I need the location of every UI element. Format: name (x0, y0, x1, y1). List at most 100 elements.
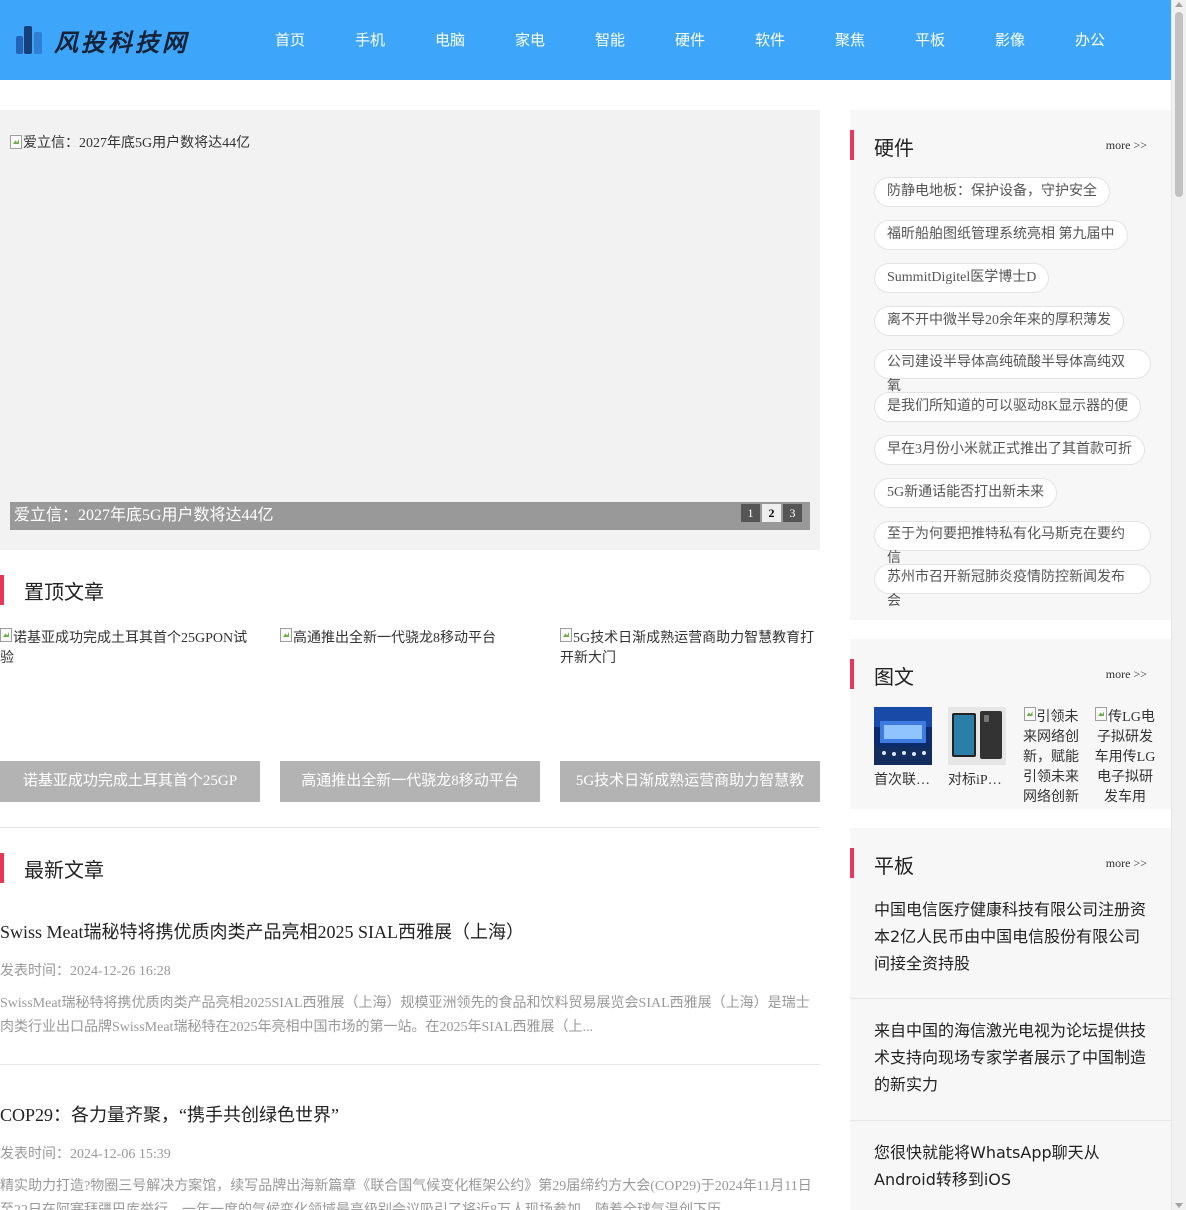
article-item: Swiss Meat瑞秘特将携优质肉类产品亮相2025 SIAL西雅展（上海） … (0, 918, 820, 1040)
broken-image-icon (0, 628, 12, 642)
page-scrollbar[interactable] (1171, 0, 1186, 1210)
article-time: 发表时间：2024-12-26 16:28 (0, 960, 820, 980)
latest-articles-title: 最新文章 (24, 857, 104, 882)
picture-item[interactable]: 首次联合举办 (874, 707, 936, 791)
picture-image-alt[interactable]: 引领未来网络创新，赋能引领未来网络创新 (1020, 707, 1082, 808)
slider-image[interactable]: 爱立信：2027年底5G用户数将达44亿 (10, 132, 250, 152)
sidebar-pictures: 图文 more >> 首次联合举办 对标 (850, 639, 1171, 809)
hardware-tag[interactable]: 公司建设半导体高纯硫酸半导体高纯双氧 (874, 349, 1151, 394)
nav-item-software[interactable]: 软件 (730, 0, 810, 80)
tablet-article-link[interactable]: 来自中国的海信激光电视为论坛提供技术支持向现场专家学者展示了中国制造的新实力 (874, 1017, 1148, 1098)
site-header: 风投科技网 首页 手机 电脑 家电 智能 硬件 软件 聚焦 平板 影像 办公 (0, 0, 1171, 80)
slider-image-alt: 爱立信：2027年底5G用户数将达44亿 (23, 136, 251, 151)
tablet-article-link[interactable]: 中国电信医疗健康科技有限公司注册资本2亿人民币由中国电信股份有限公司间接全资持股 (874, 896, 1148, 977)
main-nav: 首页 手机 电脑 家电 智能 硬件 软件 聚焦 平板 影像 办公 (250, 0, 1130, 80)
nav-item-tablet[interactable]: 平板 (890, 0, 970, 80)
picture-thumbnail[interactable] (874, 707, 932, 765)
section-accent-bar (0, 575, 4, 605)
more-link[interactable]: more >> (1106, 856, 1147, 871)
top-article-card[interactable]: 5G技术日渐成熟运营商助力智慧教育打开新大门 5G技术日渐成熟运营商助力智慧教 (560, 628, 820, 802)
hardware-tag[interactable]: 福昕船舶图纸管理系统亮相 第九届中 (874, 220, 1128, 250)
picture-item[interactable]: 引领未来网络创新，赋能引领未来网络创新 (1020, 707, 1082, 808)
top-article-image[interactable]: 高通推出全新一代骁龙8移动平台 (280, 628, 540, 649)
hardware-tag[interactable]: SummitDigitel医学博士D (874, 263, 1050, 293)
picture-alt-text: 传LG电子拟研发车用传LG电子拟研发车用 (1094, 710, 1156, 805)
time-label: 发表时间： (0, 1147, 70, 1162)
tablet-article-link[interactable]: 您很快就能将WhatsApp聊天从Android转移到iOS (874, 1139, 1148, 1193)
section-accent-bar (850, 659, 854, 689)
sidebar-title: 硬件 (874, 136, 914, 160)
logo-icon (16, 26, 42, 54)
nav-item-hardware[interactable]: 硬件 (650, 0, 730, 80)
picture-thumbnail[interactable] (948, 707, 1006, 765)
slider-page-1[interactable]: 1 (741, 504, 760, 522)
top-article-caption[interactable]: 高通推出全新一代骁龙8移动平台 (280, 761, 540, 802)
nav-item-focus[interactable]: 聚焦 (810, 0, 890, 80)
picture-item[interactable]: 传LG电子拟研发车用传LG电子拟研发车用 (1094, 707, 1156, 808)
sidebar-title: 图文 (874, 665, 914, 689)
broken-image-icon (10, 135, 22, 149)
nav-item-imaging[interactable]: 影像 (970, 0, 1050, 80)
scroll-up-icon[interactable] (1175, 2, 1183, 7)
broken-image-icon (280, 628, 292, 642)
hardware-tag[interactable]: 早在3月份小米就正式推出了其首款可折 (874, 435, 1145, 465)
time-value: 2024-12-26 16:28 (70, 964, 171, 979)
slider-page-3[interactable]: 3 (783, 504, 802, 522)
more-link[interactable]: more >> (1106, 138, 1147, 153)
article-divider (0, 1064, 820, 1065)
sidebar-header: 平板 more >> (850, 848, 1171, 878)
section-accent-bar (0, 853, 4, 883)
scroll-down-icon[interactable] (1175, 1203, 1183, 1208)
top-article-image[interactable]: 诺基亚成功完成土耳其首个25GPON试验 (0, 628, 260, 669)
hardware-tag[interactable]: 5G新通话能否打出新未来 (874, 478, 1058, 508)
broken-image-icon (560, 628, 572, 642)
picture-item[interactable]: 对标iPad Pro (948, 707, 1010, 791)
slider-caption[interactable]: 爱立信：2027年底5G用户数将达44亿 (10, 502, 810, 530)
nav-item-home[interactable]: 首页 (250, 0, 330, 80)
top-articles-title: 置顶文章 (24, 579, 104, 604)
hardware-tag[interactable]: 苏州市召开新冠肺炎疫情防控新闻发布会 (874, 564, 1151, 609)
section-accent-bar (850, 130, 854, 160)
hardware-tag[interactable]: 至于为何要把推特私有化马斯克在要约信 (874, 521, 1151, 566)
picture-alt-text: 引领未来网络创新，赋能引领未来网络创新 (1023, 710, 1079, 805)
top-article-caption[interactable]: 5G技术日渐成熟运营商助力智慧教 (560, 761, 820, 802)
broken-image-icon (1095, 707, 1108, 721)
top-article-image[interactable]: 5G技术日渐成熟运营商助力智慧教育打开新大门 (560, 628, 820, 669)
nav-item-computer[interactable]: 电脑 (410, 0, 490, 80)
slider-page-2[interactable]: 2 (762, 504, 781, 522)
top-article-image-alt: 诺基亚成功完成土耳其首个25GPON试验 (0, 631, 248, 666)
article-time: 发表时间：2024-12-06 15:39 (0, 1143, 820, 1163)
hardware-tag[interactable]: 是我们所知道的可以驱动8K显示器的便 (874, 392, 1142, 422)
hardware-tag[interactable]: 防静电地板：保护设备，守护安全 (874, 177, 1110, 207)
article-item: COP29：各力量齐聚，“携手共创绿色世界” 发表时间：2024-12-06 1… (0, 1101, 820, 1210)
nav-item-office[interactable]: 办公 (1050, 0, 1130, 80)
sidebar-header: 图文 more >> (850, 659, 1171, 689)
article-title[interactable]: COP29：各力量齐聚，“携手共创绿色世界” (0, 1101, 820, 1127)
more-link[interactable]: more >> (1106, 667, 1147, 682)
latest-articles-header: 最新文章 (0, 853, 104, 883)
nav-item-smart[interactable]: 智能 (570, 0, 650, 80)
time-label: 发表时间： (0, 964, 70, 979)
picture-image-alt[interactable]: 传LG电子拟研发车用传LG电子拟研发车用 (1094, 707, 1156, 808)
slider-pager: 1 2 3 (741, 504, 802, 522)
sidebar-hardware: 硬件 more >> 防静电地板：保护设备，守护安全 福昕船舶图纸管理系统亮相 … (850, 110, 1171, 620)
scrollbar-thumb[interactable] (1175, 12, 1183, 197)
top-article-caption[interactable]: 诺基亚成功完成土耳其首个25GP (0, 761, 260, 802)
hardware-tag[interactable]: 离不开中微半导20余年来的厚积薄发 (874, 306, 1124, 336)
top-articles-row: 诺基亚成功完成土耳其首个25GPON试验 诺基亚成功完成土耳其首个25GP 高通… (0, 628, 820, 802)
picture-caption[interactable]: 首次联合举办 (874, 771, 932, 791)
broken-image-icon (1023, 707, 1036, 721)
featured-slider[interactable]: 爱立信：2027年底5G用户数将达44亿 爱立信：2027年底5G用户数将达44… (0, 110, 820, 550)
article-title[interactable]: Swiss Meat瑞秘特将携优质肉类产品亮相2025 SIAL西雅展（上海） (0, 918, 820, 944)
top-article-card[interactable]: 高通推出全新一代骁龙8移动平台 高通推出全新一代骁龙8移动平台 (280, 628, 540, 802)
site-logo[interactable]: 风投科技网 (16, 24, 189, 57)
sidebar-header: 硬件 more >> (850, 130, 1171, 160)
article-summary: 精实助力打造?物圈三号解决方案馆，续写品牌出海新篇章《联合国气候变化框架公约》第… (0, 1179, 812, 1210)
picture-caption[interactable]: 对标iPad Pro (948, 771, 1006, 791)
section-accent-bar (850, 848, 854, 878)
top-article-card[interactable]: 诺基亚成功完成土耳其首个25GPON试验 诺基亚成功完成土耳其首个25GP (0, 628, 260, 802)
time-value: 2024-12-06 15:39 (70, 1147, 171, 1162)
nav-item-phone[interactable]: 手机 (330, 0, 410, 80)
list-divider (850, 1120, 1171, 1121)
nav-item-appliance[interactable]: 家电 (490, 0, 570, 80)
